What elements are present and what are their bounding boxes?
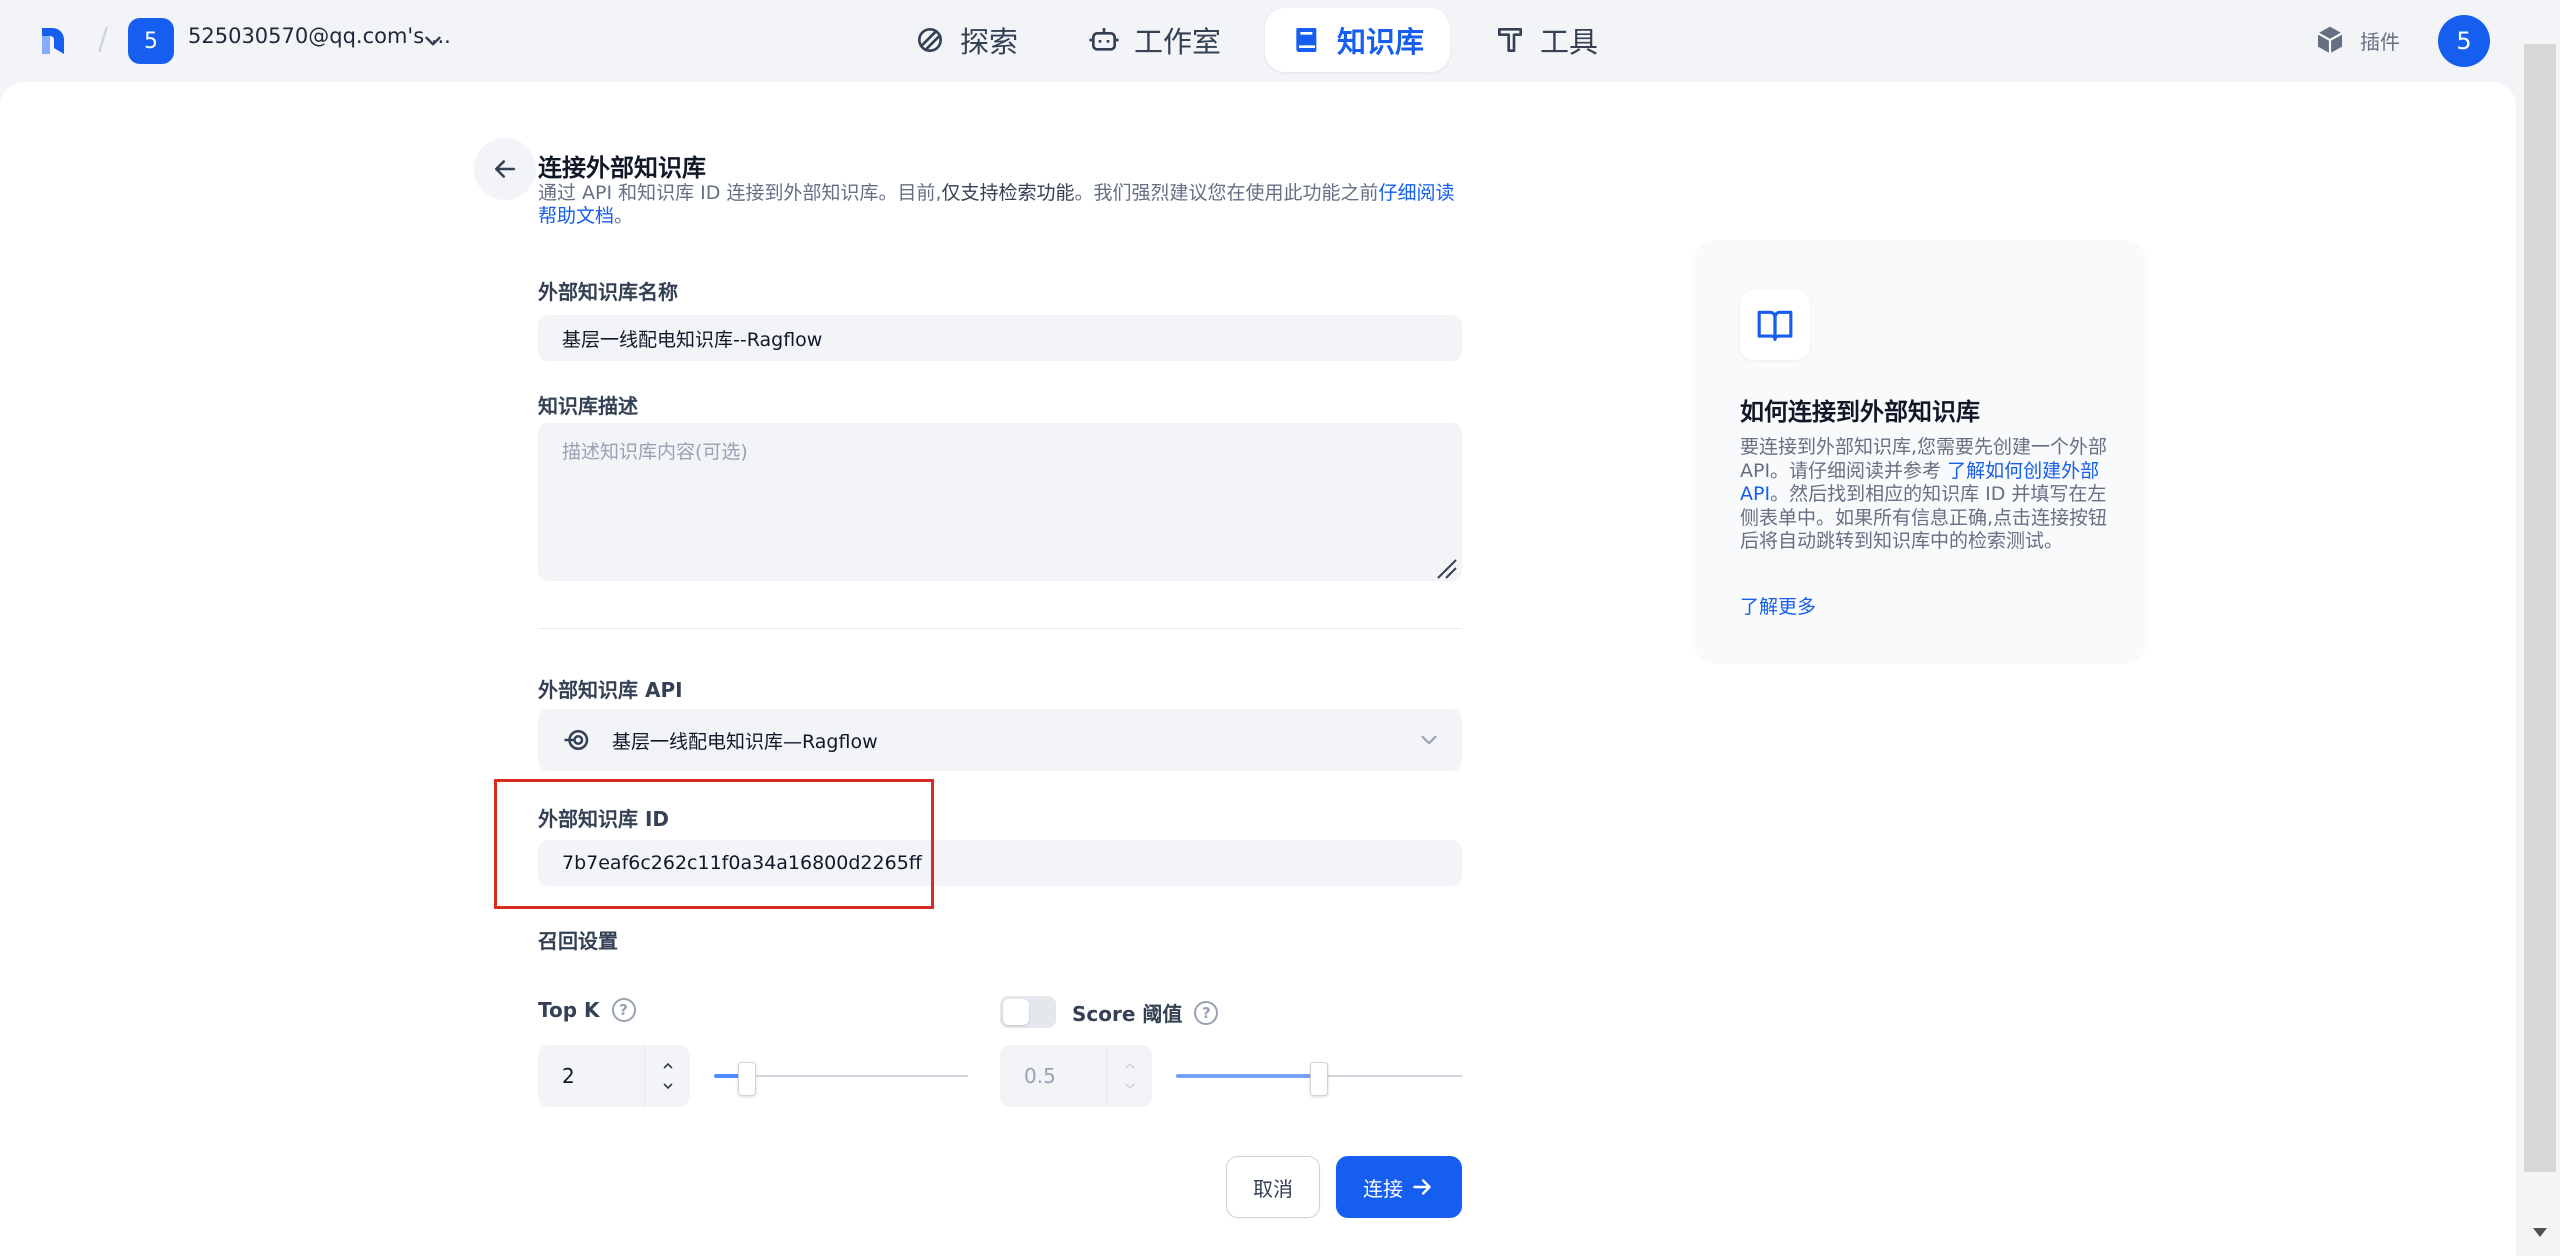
score-slider-fill — [1176, 1074, 1319, 1078]
name-label: 外部知识库名称 — [538, 280, 678, 304]
score-slider-thumb[interactable] — [1310, 1062, 1328, 1096]
page-desc-end: 。 — [614, 205, 634, 227]
page-desc-middle: 。我们强烈建议您在使用此功能之前 — [1074, 182, 1379, 204]
arrow-left-icon — [495, 160, 515, 178]
back-button[interactable] — [474, 138, 536, 200]
user-avatar[interactable]: 5 — [2438, 15, 2490, 67]
plugin-button[interactable]: 插件 — [2314, 24, 2400, 56]
api-label: 外部知识库 API — [538, 678, 683, 702]
retrieval-settings-label: 召回设置 — [538, 929, 618, 953]
api-connection-icon — [564, 730, 589, 750]
open-book-icon — [1757, 310, 1793, 341]
connect-button[interactable]: 连接 — [1336, 1156, 1462, 1218]
cube-icon — [2317, 26, 2343, 54]
score-stepper-arrows — [1106, 1045, 1152, 1107]
info-title: 如何连接到外部知识库 — [1740, 398, 1980, 426]
top-bar: / 5 525030570@qq.com's ... 探索 工作室 知识库 工具… — [0, 0, 2520, 82]
api-select-value: 基层一线配电知识库—Ragflow — [612, 730, 878, 753]
chevron-down-icon — [1421, 735, 1437, 745]
page-desc-strong: 仅支持检索功能 — [941, 182, 1075, 204]
nav-tools[interactable]: 工具 — [1468, 8, 1624, 72]
score-stepper[interactable]: 0.5 — [1000, 1045, 1152, 1107]
robot-icon — [1089, 28, 1119, 51]
resize-handle-icon[interactable] — [1434, 556, 1458, 580]
chevron-up-icon[interactable] — [1122, 1058, 1138, 1074]
chevron-down-icon[interactable] — [420, 28, 446, 54]
cancel-button[interactable]: 取消 — [1226, 1156, 1320, 1218]
score-toggle[interactable] — [1000, 996, 1056, 1028]
help-icon[interactable]: ? — [1194, 1000, 1219, 1025]
arrow-right-icon — [1413, 1179, 1431, 1195]
info-body-2: 。然后找到相应的知识库 ID 并填写在左侧表单中。如果所有信息正确,点击连接按钮… — [1740, 483, 2108, 552]
name-input[interactable]: 基层一线配电知识库--Ragflow — [538, 315, 1462, 361]
nav-explore-label: 探索 — [960, 25, 1019, 59]
topk-stepper-arrows — [644, 1045, 690, 1107]
workspace-avatar[interactable]: 5 — [128, 18, 174, 64]
page-description: 通过 API 和知识库 ID 连接到外部知识库。目前,仅支持检索功能。我们强烈建… — [538, 182, 1462, 228]
score-value: 0.5 — [1024, 1064, 1056, 1088]
chevron-down-icon[interactable] — [1122, 1078, 1138, 1094]
scrollbar-thumb[interactable] — [2524, 44, 2556, 1172]
description-label: 知识库描述 — [538, 394, 638, 418]
page-title: 连接外部知识库 — [538, 154, 706, 182]
connect-button-label: 连接 — [1363, 1176, 1403, 1201]
info-card: 如何连接到外部知识库 要连接到外部知识库,您需要先创建一个外部 API。请仔细阅… — [1692, 240, 2148, 664]
topk-slider-thumb[interactable] — [738, 1062, 757, 1096]
learn-more-link[interactable]: 了解更多 — [1740, 592, 1816, 619]
page-desc-prefix: 通过 API 和知识库 ID 连接到外部知识库。目前, — [538, 182, 942, 204]
nav-studio[interactable]: 工作室 — [1062, 8, 1247, 72]
tool-icon — [1498, 28, 1523, 52]
nav-studio-label: 工作室 — [1134, 25, 1222, 59]
topk-stepper[interactable]: 2 — [538, 1045, 690, 1107]
topk-label-row: Top K ? — [538, 998, 636, 1022]
info-icon-box — [1740, 290, 1810, 360]
description-textarea[interactable]: 描述知识库内容(可选) — [538, 423, 1462, 581]
highlight-box — [494, 779, 934, 909]
app-logo[interactable] — [38, 26, 68, 56]
plugin-label: 插件 — [2360, 29, 2400, 54]
chevron-up-icon[interactable] — [660, 1058, 676, 1074]
nav-tools-label: 工具 — [1540, 25, 1599, 59]
nav-knowledge[interactable]: 知识库 — [1265, 8, 1451, 72]
nav-explore[interactable]: 探索 — [888, 8, 1044, 72]
nav-knowledge-label: 知识库 — [1337, 25, 1425, 59]
topk-label: Top K — [538, 998, 600, 1022]
info-body: 要连接到外部知识库,您需要先创建一个外部 API。请仔细阅读并参考 了解如何创建… — [1740, 436, 2110, 554]
topk-value: 2 — [562, 1064, 575, 1088]
book-icon — [1296, 28, 1317, 52]
explore-icon — [918, 28, 942, 52]
scroll-down-arrow-icon[interactable] — [2530, 1222, 2550, 1242]
score-toggle-knob — [1003, 999, 1029, 1025]
score-label-row: Score 阈值 ? — [1072, 998, 1219, 1027]
main-nav: 探索 工作室 知识库 工具 — [888, 8, 1624, 72]
breadcrumb-separator: / — [98, 22, 109, 57]
chevron-down-icon[interactable] — [660, 1078, 676, 1094]
workspace-name[interactable]: 525030570@qq.com's ... — [188, 24, 451, 48]
score-label: Score 阈值 — [1072, 1002, 1183, 1026]
help-icon[interactable]: ? — [611, 998, 636, 1022]
section-divider — [538, 628, 1462, 629]
api-select[interactable]: 基层一线配电知识库—Ragflow — [538, 709, 1462, 771]
